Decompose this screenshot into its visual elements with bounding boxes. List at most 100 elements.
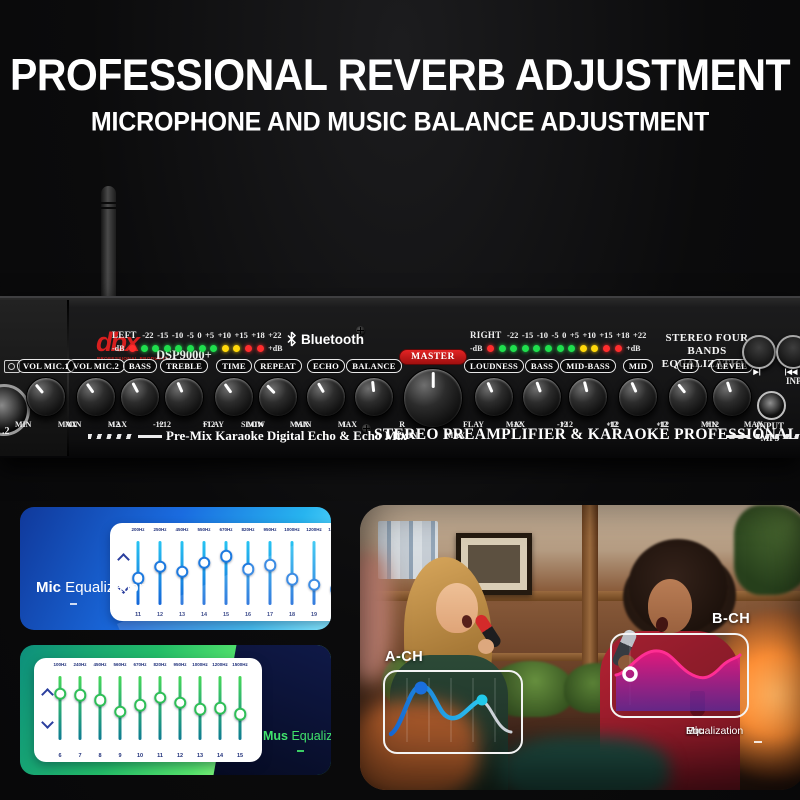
eq-band: 100Hz6 xyxy=(50,662,70,759)
mp3-input-jack[interactable] xyxy=(757,391,786,420)
band-slider-thumb[interactable] xyxy=(94,694,107,707)
band-slider-thumb[interactable] xyxy=(198,557,211,570)
band-freq-label: 250Hz xyxy=(151,527,169,532)
page-title: PROFESSIONAL REVERB ADJUSTMENT xyxy=(0,50,800,101)
band-slider-thumb[interactable] xyxy=(214,702,227,715)
band-slider-thumb[interactable] xyxy=(220,550,233,563)
meter-scale-label: +22 xyxy=(633,330,646,340)
led-indicator xyxy=(545,345,552,352)
band-slider-track[interactable] xyxy=(179,676,182,740)
band-number: 15 xyxy=(216,612,236,618)
band-number: 14 xyxy=(210,753,230,759)
led-indicator xyxy=(522,345,529,352)
band-slider-thumb[interactable] xyxy=(308,578,321,591)
led-indicator xyxy=(164,345,171,352)
eq-band: 1200Hz 14 xyxy=(210,662,230,759)
eq-band: 450Hz8 xyxy=(90,662,110,759)
knob-dial[interactable] xyxy=(26,377,66,417)
led-indicator xyxy=(510,345,517,352)
bluetooth-label: Bluetooth xyxy=(301,332,364,347)
footer-text-left: Pre-Mix Karaoke Digital Echo & Echo Mix xyxy=(166,428,407,444)
meter-scale-label: 0 xyxy=(562,330,566,340)
knob-pointer xyxy=(677,384,686,394)
bluetooth-badge: Bluetooth xyxy=(286,331,364,347)
band-slider-thumb[interactable] xyxy=(286,573,299,586)
band-slider-thumb[interactable] xyxy=(154,560,167,573)
eq-band: 670Hz15 xyxy=(216,527,236,618)
led-indicator xyxy=(591,345,598,352)
knob-dial[interactable] xyxy=(403,368,463,428)
band-slider-thumb[interactable] xyxy=(330,583,331,596)
meter-scale-label: -15 xyxy=(522,330,533,340)
band-freq-label: 450Hz xyxy=(91,662,109,667)
band-slider-thumb[interactable] xyxy=(264,559,277,572)
meter-scale-label: +18 xyxy=(616,330,629,340)
band-slider-thumb[interactable] xyxy=(134,699,147,712)
band-slider-track[interactable] xyxy=(181,541,184,605)
band-freq-label: 240Hz xyxy=(71,662,89,667)
led-indicator xyxy=(615,345,622,352)
band-slider-track[interactable] xyxy=(119,676,122,740)
knob-dial[interactable] xyxy=(568,377,608,417)
band-slider-track[interactable] xyxy=(225,541,228,605)
band-number: 17 xyxy=(260,612,280,618)
band-freq-label: 1200Hz xyxy=(305,527,323,532)
band-slider-thumb[interactable] xyxy=(114,706,127,719)
meter-scale-label: -5 xyxy=(552,330,559,340)
led-indicator xyxy=(487,345,494,352)
knob-dial[interactable] xyxy=(354,377,394,417)
band-slider-thumb[interactable] xyxy=(74,689,87,702)
knob-min-label: -12 xyxy=(109,420,120,429)
band-slider-thumb[interactable] xyxy=(234,708,247,721)
band-slider-thumb[interactable] xyxy=(54,688,67,701)
band-slider-track[interactable] xyxy=(159,676,162,740)
band-slider-thumb[interactable] xyxy=(154,692,167,705)
mus-eq-panel: 100Hz6 240Hz7 450Hz8 560Hz9 670Hz10 820H… xyxy=(34,658,262,762)
band-freq-label: 1200Hz xyxy=(211,662,229,667)
knob-dial[interactable] xyxy=(306,377,346,417)
band-slider-track[interactable] xyxy=(159,541,162,605)
band-slider-track[interactable] xyxy=(99,676,102,740)
curve-point[interactable] xyxy=(415,682,428,695)
mus-eq-title-rest: Equalization xyxy=(288,729,331,743)
led-indicator xyxy=(533,345,540,352)
knob-pointer xyxy=(317,383,325,394)
band-slider-track[interactable] xyxy=(203,541,206,605)
band-number: 15 xyxy=(230,753,250,759)
band-freq-label: 1000Hz xyxy=(283,527,301,532)
knob-dial[interactable] xyxy=(712,377,752,417)
right-level-meter: RIGHT -22 -15 -10 -5 0 +5 +10 +15 +18 +2… xyxy=(470,330,646,353)
b-channel-curve-box xyxy=(610,633,749,718)
band-slider-track[interactable] xyxy=(199,676,202,740)
knob-dial[interactable] xyxy=(474,377,514,417)
mixer-front-panel: .2 dbx PROFESSIONAL PRODUCTS DSP9000+ LE… xyxy=(0,296,800,458)
meter-scale-label: -22 xyxy=(142,330,153,340)
knob-dial[interactable] xyxy=(618,377,658,417)
band-freq-label: 100Hz xyxy=(51,662,69,667)
mic-eq-title: Mic Equalization xyxy=(36,579,147,596)
band-number: 13 xyxy=(190,753,210,759)
caption-rest: Equalization xyxy=(686,725,743,737)
band-slider-track[interactable] xyxy=(139,676,142,740)
band-slider-track[interactable] xyxy=(269,541,272,605)
band-slider-thumb[interactable] xyxy=(174,697,187,710)
band-slider-track[interactable] xyxy=(59,676,62,740)
band-slider-thumb[interactable] xyxy=(194,703,207,716)
band-slider-track[interactable] xyxy=(239,676,242,740)
band-slider-thumb[interactable] xyxy=(176,565,189,578)
band-slider-track[interactable] xyxy=(219,676,222,740)
band-slider-track[interactable] xyxy=(291,541,294,605)
band-freq-label: 1500Hz xyxy=(327,527,331,532)
curve-point[interactable] xyxy=(477,695,488,706)
band-slider-track[interactable] xyxy=(247,541,250,605)
band-slider-thumb[interactable] xyxy=(242,563,255,576)
knob-pointer xyxy=(726,381,732,392)
band-slider-track[interactable] xyxy=(79,676,82,740)
knob-dial[interactable] xyxy=(258,377,298,417)
eq-band: 550Hz14 xyxy=(194,527,214,618)
meter-scale-row: RIGHT -22 -15 -10 -5 0 +5 +10 +15 +18 +2… xyxy=(470,330,646,340)
play-pause-button[interactable] xyxy=(742,335,776,369)
previous-track-button[interactable] xyxy=(776,335,800,369)
band-slider-track[interactable] xyxy=(313,541,316,605)
knob-dial[interactable] xyxy=(164,377,204,417)
